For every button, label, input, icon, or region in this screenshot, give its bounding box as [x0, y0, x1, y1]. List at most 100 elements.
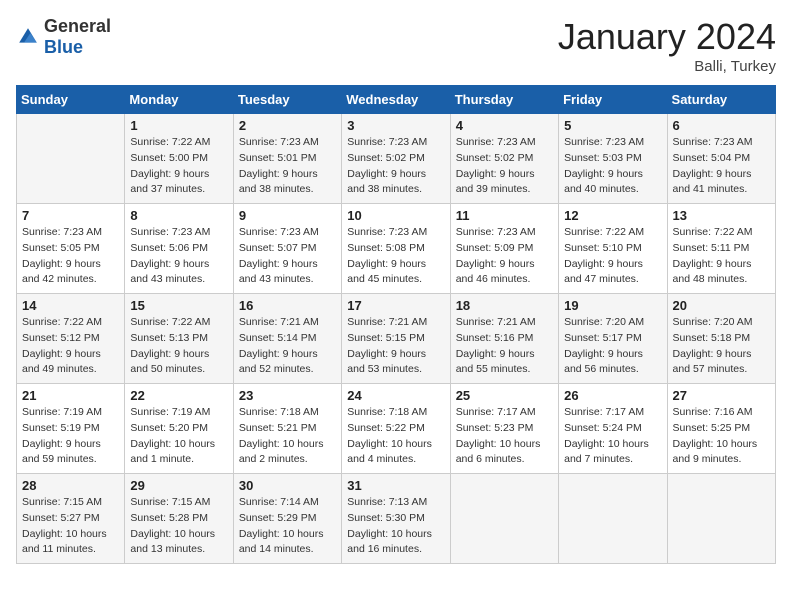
day-cell: 6Sunrise: 7:23 AMSunset: 5:04 PMDaylight… — [667, 114, 775, 204]
day-detail: Sunrise: 7:23 AMSunset: 5:09 PMDaylight:… — [456, 225, 553, 288]
day-cell: 19 Sunrise: 7:20 AMSunset: 5:17 PMDayligh… — [559, 294, 667, 384]
day-cell: 24 Sunrise: 7:18 AMSunset: 5:22 PMDayligh… — [342, 384, 450, 474]
logo-text: General Blue — [44, 16, 111, 58]
month-title: January 2024 — [558, 16, 776, 58]
day-number: 14 — [22, 298, 119, 313]
day-number: 29 — [130, 478, 227, 493]
day-detail: Sunrise: 7:14 AMSunset: 5:29 PMDaylight:… — [239, 495, 336, 558]
day-cell: 2 Sunrise: 7:23 AMSunset: 5:01 PMDaylight… — [233, 114, 341, 204]
day-cell: 5 Sunrise: 7:23 AMSunset: 5:03 PMDaylight… — [559, 114, 667, 204]
calendar-table: SundayMondayTuesdayWednesdayThursdayFrid… — [16, 85, 776, 564]
day-cell: 10 Sunrise: 7:23 AMSunset: 5:08 PMDayligh… — [342, 204, 450, 294]
day-detail: Sunrise: 7:17 AMSunset: 5:24 PMDaylight:… — [564, 405, 661, 468]
logo-general: General — [44, 16, 111, 36]
day-number: 17 — [347, 298, 444, 313]
day-number: 24 — [347, 388, 444, 403]
day-cell — [450, 474, 558, 564]
day-cell: 22Sunrise: 7:19 AMSunset: 5:20 PMDayligh… — [125, 384, 233, 474]
day-cell: 8 Sunrise: 7:23 AMSunset: 5:06 PMDaylight… — [125, 204, 233, 294]
day-cell: 25 Sunrise: 7:17 AMSunset: 5:23 PMDayligh… — [450, 384, 558, 474]
day-detail: Sunrise: 7:21 AMSunset: 5:14 PMDaylight:… — [239, 315, 336, 378]
day-number: 9 — [239, 208, 336, 223]
day-detail: Sunrise: 7:23 AMSunset: 5:04 PMDaylight:… — [673, 135, 770, 198]
day-detail: Sunrise: 7:23 AMSunset: 5:05 PMDaylight:… — [22, 225, 119, 288]
day-cell: 27Sunrise: 7:16 AMSunset: 5:25 PMDayligh… — [667, 384, 775, 474]
day-cell — [667, 474, 775, 564]
day-detail: Sunrise: 7:18 AMSunset: 5:22 PMDaylight:… — [347, 405, 444, 468]
day-cell: 28Sunrise: 7:15 AMSunset: 5:27 PMDayligh… — [17, 474, 125, 564]
column-header-tuesday: Tuesday — [233, 86, 341, 114]
day-cell: 26 Sunrise: 7:17 AMSunset: 5:24 PMDayligh… — [559, 384, 667, 474]
day-cell: 11Sunrise: 7:23 AMSunset: 5:09 PMDayligh… — [450, 204, 558, 294]
day-detail: Sunrise: 7:20 AMSunset: 5:17 PMDaylight:… — [564, 315, 661, 378]
day-number: 5 — [564, 118, 661, 133]
day-cell: 9 Sunrise: 7:23 AMSunset: 5:07 PMDaylight… — [233, 204, 341, 294]
column-header-thursday: Thursday — [450, 86, 558, 114]
day-cell: 15 Sunrise: 7:22 AMSunset: 5:13 PMDayligh… — [125, 294, 233, 384]
day-detail: Sunrise: 7:22 AMSunset: 5:10 PMDaylight:… — [564, 225, 661, 288]
day-detail: Sunrise: 7:19 AMSunset: 5:19 PMDaylight:… — [22, 405, 119, 468]
column-header-saturday: Saturday — [667, 86, 775, 114]
day-number: 30 — [239, 478, 336, 493]
day-detail: Sunrise: 7:22 AMSunset: 5:00 PMDaylight:… — [130, 135, 227, 198]
day-cell: 16 Sunrise: 7:21 AMSunset: 5:14 PMDayligh… — [233, 294, 341, 384]
day-cell: 20Sunrise: 7:20 AMSunset: 5:18 PMDayligh… — [667, 294, 775, 384]
day-detail: Sunrise: 7:23 AMSunset: 5:06 PMDaylight:… — [130, 225, 227, 288]
week-row-5: 28Sunrise: 7:15 AMSunset: 5:27 PMDayligh… — [17, 474, 776, 564]
week-row-4: 21 Sunrise: 7:19 AMSunset: 5:19 PMDayligh… — [17, 384, 776, 474]
day-number: 27 — [673, 388, 770, 403]
day-number: 15 — [130, 298, 227, 313]
day-number: 3 — [347, 118, 444, 133]
day-cell — [17, 114, 125, 204]
day-cell: 17 Sunrise: 7:21 AMSunset: 5:15 PMDayligh… — [342, 294, 450, 384]
day-detail: Sunrise: 7:23 AMSunset: 5:03 PMDaylight:… — [564, 135, 661, 198]
day-number: 4 — [456, 118, 553, 133]
day-detail: Sunrise: 7:15 AMSunset: 5:28 PMDaylight:… — [130, 495, 227, 558]
day-number: 16 — [239, 298, 336, 313]
day-number: 2 — [239, 118, 336, 133]
logo-icon — [16, 25, 40, 49]
logo: General Blue — [16, 16, 111, 58]
header-row: SundayMondayTuesdayWednesdayThursdayFrid… — [17, 86, 776, 114]
day-detail: Sunrise: 7:22 AMSunset: 5:11 PMDaylight:… — [673, 225, 770, 288]
week-row-1: 1 Sunrise: 7:22 AMSunset: 5:00 PMDaylight… — [17, 114, 776, 204]
day-detail: Sunrise: 7:23 AMSunset: 5:08 PMDaylight:… — [347, 225, 444, 288]
column-header-monday: Monday — [125, 86, 233, 114]
day-number: 19 — [564, 298, 661, 313]
day-cell: 30 Sunrise: 7:14 AMSunset: 5:29 PMDayligh… — [233, 474, 341, 564]
day-number: 26 — [564, 388, 661, 403]
day-number: 25 — [456, 388, 553, 403]
day-cell: 29 Sunrise: 7:15 AMSunset: 5:28 PMDayligh… — [125, 474, 233, 564]
day-detail: Sunrise: 7:17 AMSunset: 5:23 PMDaylight:… — [456, 405, 553, 468]
day-number: 7 — [22, 208, 119, 223]
day-cell: 14Sunrise: 7:22 AMSunset: 5:12 PMDayligh… — [17, 294, 125, 384]
week-row-3: 14Sunrise: 7:22 AMSunset: 5:12 PMDayligh… — [17, 294, 776, 384]
week-row-2: 7 Sunrise: 7:23 AMSunset: 5:05 PMDaylight… — [17, 204, 776, 294]
day-detail: Sunrise: 7:23 AMSunset: 5:07 PMDaylight:… — [239, 225, 336, 288]
day-cell: 18 Sunrise: 7:21 AMSunset: 5:16 PMDayligh… — [450, 294, 558, 384]
day-detail: Sunrise: 7:21 AMSunset: 5:15 PMDaylight:… — [347, 315, 444, 378]
day-number: 8 — [130, 208, 227, 223]
day-cell: 1 Sunrise: 7:22 AMSunset: 5:00 PMDaylight… — [125, 114, 233, 204]
day-cell — [559, 474, 667, 564]
day-cell: 21 Sunrise: 7:19 AMSunset: 5:19 PMDayligh… — [17, 384, 125, 474]
day-number: 1 — [130, 118, 227, 133]
day-number: 21 — [22, 388, 119, 403]
day-cell: 4Sunrise: 7:23 AMSunset: 5:02 PMDaylight… — [450, 114, 558, 204]
day-number: 28 — [22, 478, 119, 493]
day-detail: Sunrise: 7:23 AMSunset: 5:01 PMDaylight:… — [239, 135, 336, 198]
day-detail: Sunrise: 7:22 AMSunset: 5:13 PMDaylight:… — [130, 315, 227, 378]
day-cell: 23Sunrise: 7:18 AMSunset: 5:21 PMDayligh… — [233, 384, 341, 474]
day-detail: Sunrise: 7:23 AMSunset: 5:02 PMDaylight:… — [347, 135, 444, 198]
column-header-friday: Friday — [559, 86, 667, 114]
day-number: 13 — [673, 208, 770, 223]
day-detail: Sunrise: 7:13 AMSunset: 5:30 PMDaylight:… — [347, 495, 444, 558]
day-detail: Sunrise: 7:19 AMSunset: 5:20 PMDaylight:… — [130, 405, 227, 468]
day-detail: Sunrise: 7:21 AMSunset: 5:16 PMDaylight:… — [456, 315, 553, 378]
day-number: 18 — [456, 298, 553, 313]
logo-blue: Blue — [44, 37, 83, 57]
day-detail: Sunrise: 7:20 AMSunset: 5:18 PMDaylight:… — [673, 315, 770, 378]
day-number: 10 — [347, 208, 444, 223]
day-cell: 3 Sunrise: 7:23 AMSunset: 5:02 PMDaylight… — [342, 114, 450, 204]
day-cell: 12Sunrise: 7:22 AMSunset: 5:10 PMDayligh… — [559, 204, 667, 294]
